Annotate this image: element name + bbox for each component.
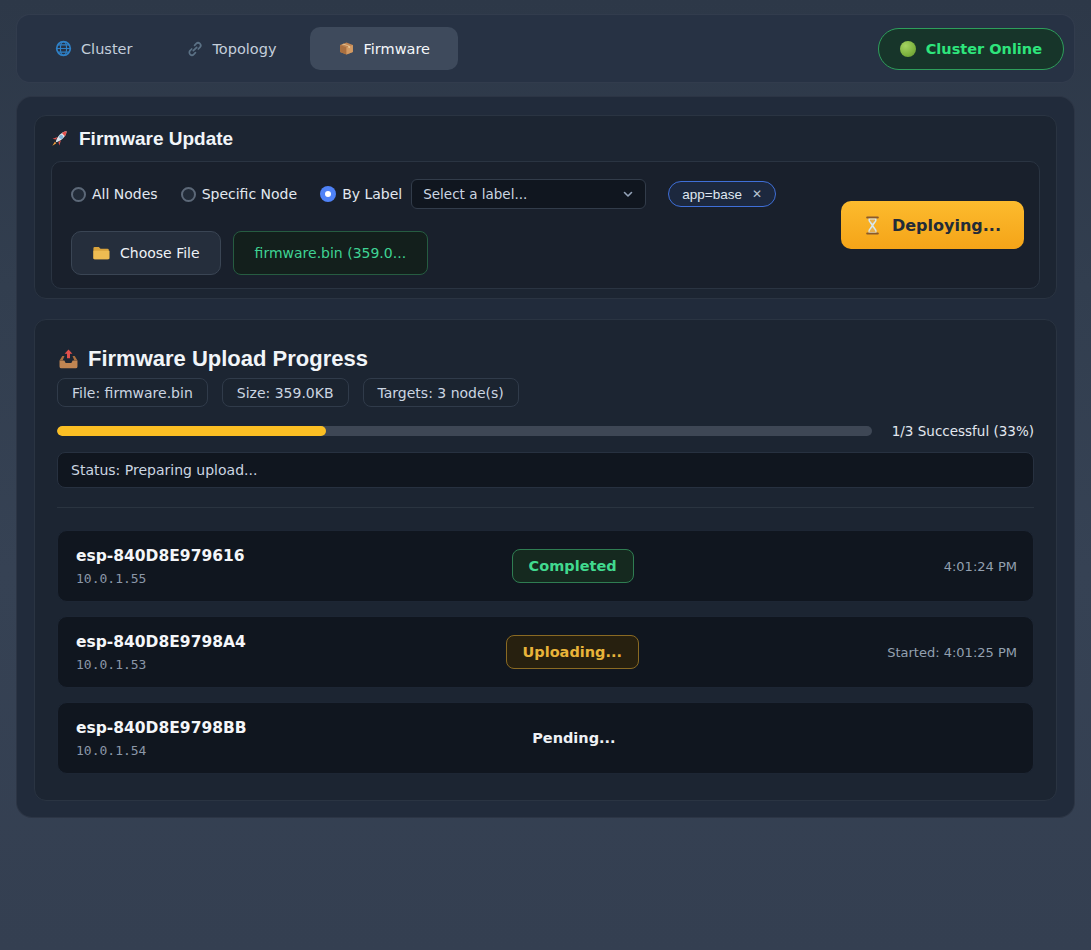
tab-cluster[interactable]: Cluster (33, 27, 154, 70)
node-status-badge: Completed (512, 549, 634, 583)
hourglass-icon (864, 216, 881, 235)
tab-topology[interactable]: Topology (165, 28, 298, 70)
progress-label: 1/3 Successful (33%) (892, 423, 1034, 439)
file-row: Choose File firmware.bin (359.0... (71, 231, 776, 275)
chevron-down-icon (622, 188, 634, 200)
tab-cluster-label: Cluster (81, 41, 132, 57)
radio-by-label-label[interactable]: By Label (342, 186, 402, 202)
node-identity: esp-840D8E979616 10.0.1.55 (76, 547, 512, 586)
firmware-update-title-text: Firmware Update (79, 128, 233, 150)
link-icon (187, 41, 203, 57)
label-select-placeholder: Select a label... (423, 186, 527, 202)
globe-icon (55, 40, 72, 57)
radio-specific-node-label[interactable]: Specific Node (202, 186, 297, 202)
tab-firmware[interactable]: Firmware (310, 27, 458, 70)
selected-file-button[interactable]: firmware.bin (359.0... (233, 231, 429, 275)
node-name: esp-840D8E979616 (76, 547, 512, 565)
selected-file-label: firmware.bin (359.0... (255, 245, 407, 261)
node-row: esp-840D8E9798A4 10.0.1.53 Uploading... … (57, 616, 1034, 688)
firmware-update-card: Firmware Update All Nodes Specific Node … (34, 115, 1057, 299)
firmware-update-title: Firmware Update (48, 127, 1040, 150)
choose-file-label: Choose File (120, 245, 200, 261)
radio-by-label[interactable] (320, 186, 336, 202)
radio-specific-node[interactable] (181, 187, 196, 202)
node-time: Started: 4:01:25 PM (639, 645, 1017, 660)
upload-meta-row: File: firmware.bin Size: 359.0KB Targets… (57, 378, 1034, 407)
choose-file-button[interactable]: Choose File (71, 231, 221, 275)
progress-row: 1/3 Successful (33%) (57, 423, 1034, 439)
node-identity: esp-840D8E9798BB 10.0.1.54 (76, 719, 532, 758)
tab-topology-label: Topology (212, 41, 276, 57)
outbox-tray-icon (57, 348, 80, 371)
node-row: esp-840D8E9798BB 10.0.1.54 Pending... (57, 702, 1034, 774)
meta-size: Size: 359.0KB (222, 378, 349, 407)
folder-icon (92, 245, 110, 261)
meta-targets: Targets: 3 node(s) (363, 378, 519, 407)
upload-progress-title-text: Firmware Upload Progress (88, 346, 368, 372)
node-status-badge: Pending... (532, 722, 615, 754)
upload-progress-title: Firmware Upload Progress (57, 346, 1034, 372)
label-select[interactable]: Select a label... (411, 179, 646, 209)
target-mode-row: All Nodes Specific Node By Label Select … (71, 179, 776, 209)
node-name: esp-840D8E9798BB (76, 719, 532, 737)
label-chip-text: app=base (682, 187, 742, 202)
meta-file: File: firmware.bin (57, 378, 208, 407)
deploy-button[interactable]: Deploying... (841, 201, 1024, 249)
cluster-status-label: Cluster Online (926, 41, 1042, 57)
node-ip: 10.0.1.55 (76, 571, 512, 586)
node-ip: 10.0.1.54 (76, 743, 532, 758)
green-circle-icon (900, 41, 916, 57)
node-status-badge: Uploading... (506, 635, 639, 669)
update-controls-panel: All Nodes Specific Node By Label Select … (51, 161, 1040, 289)
status-box: Status: Preparing upload... (57, 452, 1034, 488)
upload-progress-card: Firmware Upload Progress File: firmware.… (34, 319, 1057, 801)
deploy-label: Deploying... (892, 216, 1001, 235)
main-container: Firmware Update All Nodes Specific Node … (16, 96, 1075, 818)
node-ip: 10.0.1.53 (76, 657, 506, 672)
radio-all-nodes[interactable] (71, 187, 86, 202)
radio-all-nodes-label[interactable]: All Nodes (92, 186, 158, 202)
tab-firmware-label: Firmware (364, 41, 430, 57)
node-time: 4:01:24 PM (634, 559, 1017, 574)
chip-remove-icon[interactable]: ✕ (752, 187, 762, 201)
nav-tabs: Cluster Topology Firmware (33, 27, 458, 70)
label-chip[interactable]: app=base ✕ (668, 181, 776, 207)
divider (57, 507, 1034, 508)
package-icon (338, 40, 355, 57)
cluster-status-badge: Cluster Online (878, 28, 1064, 70)
top-navbar: Cluster Topology Firmware Cluster Online (16, 14, 1075, 83)
progress-fill (57, 426, 326, 436)
node-list: esp-840D8E979616 10.0.1.55 Completed 4:0… (57, 530, 1034, 774)
node-identity: esp-840D8E9798A4 10.0.1.53 (76, 633, 506, 672)
node-name: esp-840D8E9798A4 (76, 633, 506, 651)
rocket-icon (48, 127, 71, 150)
node-row: esp-840D8E979616 10.0.1.55 Completed 4:0… (57, 530, 1034, 602)
progress-bar (57, 426, 872, 436)
